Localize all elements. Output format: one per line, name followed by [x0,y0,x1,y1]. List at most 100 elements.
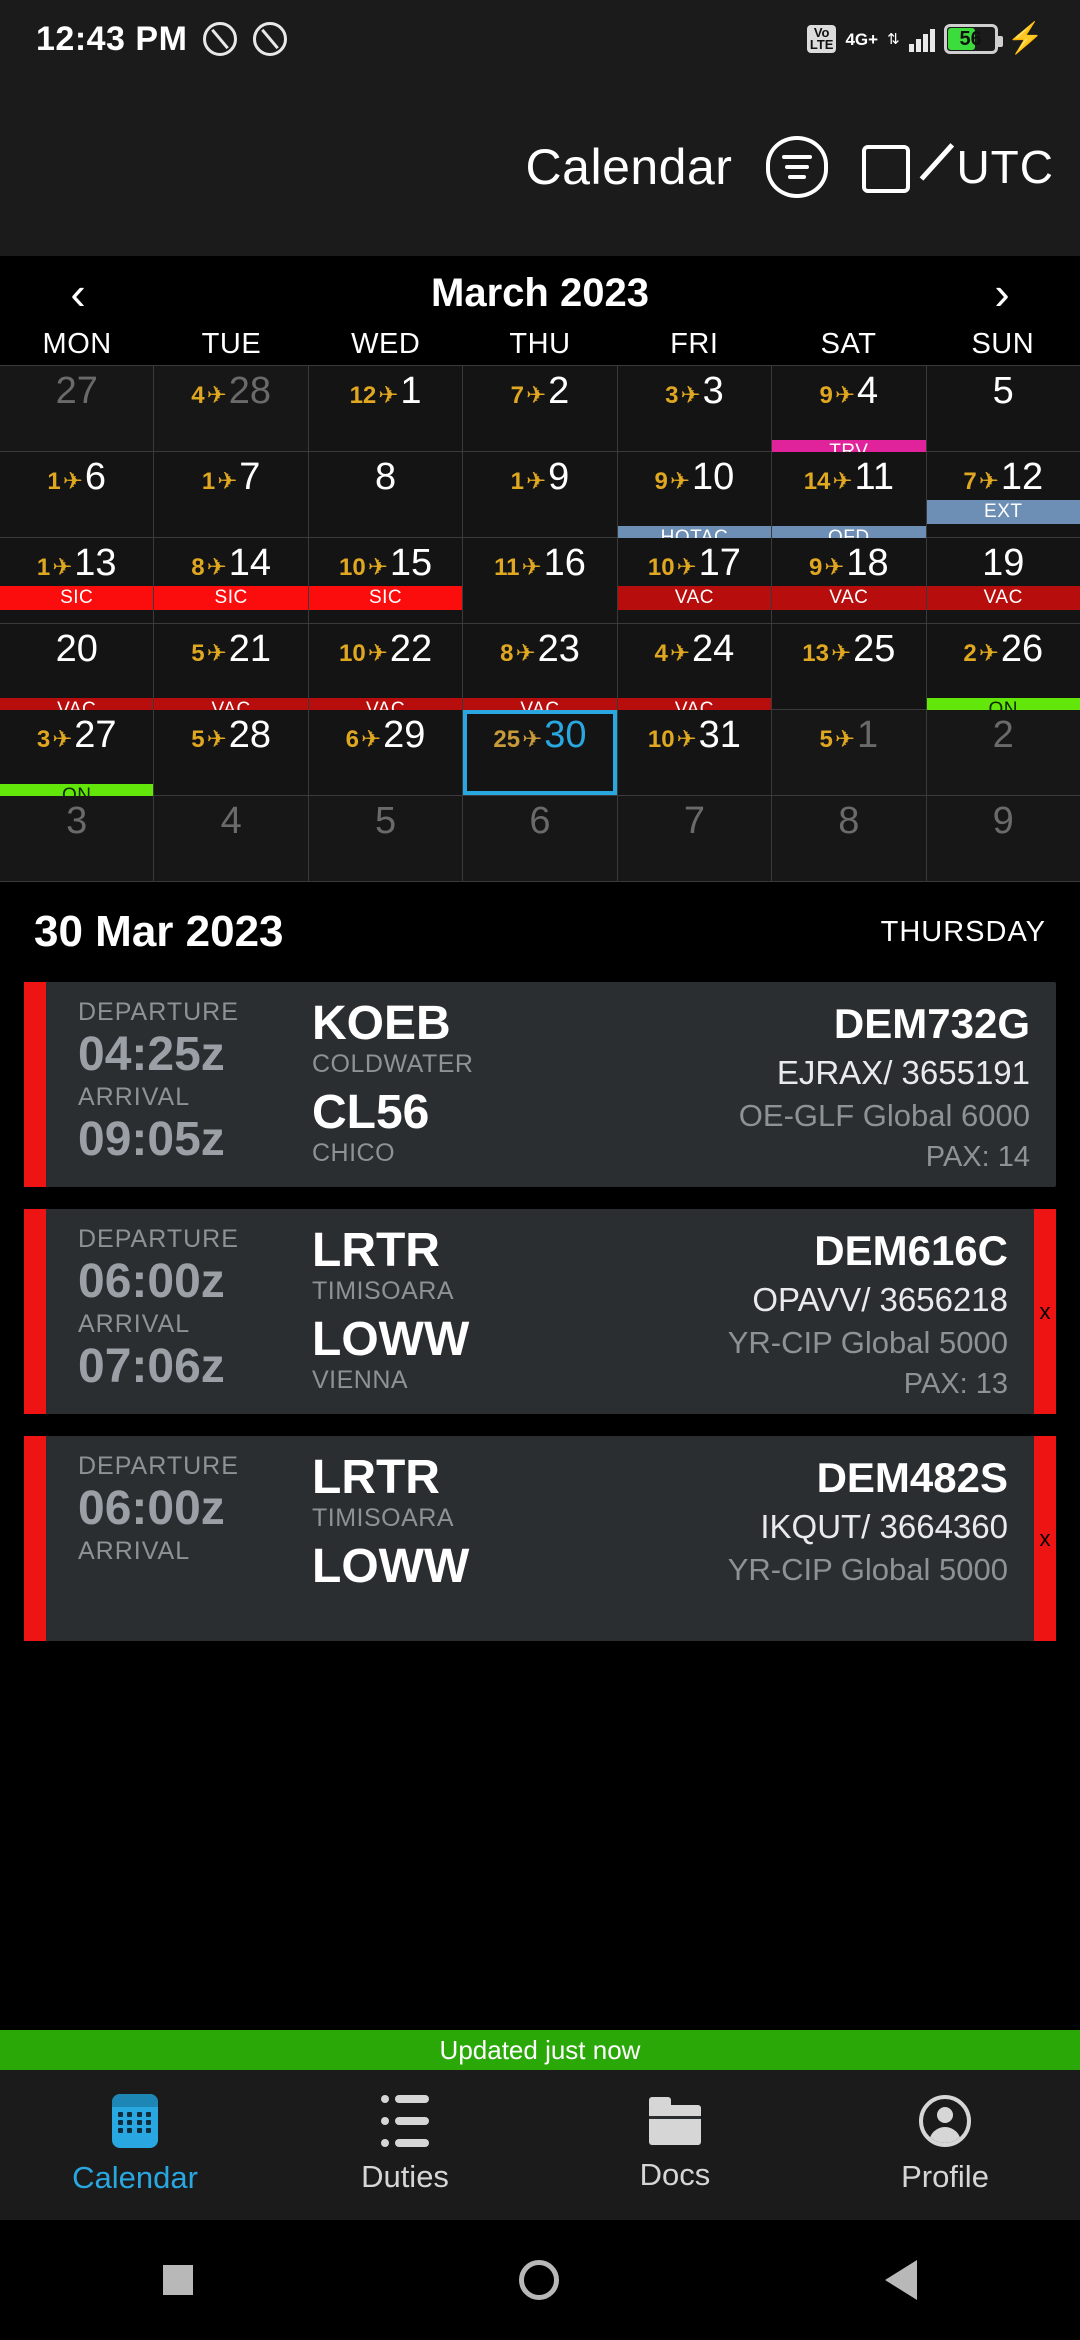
calendar-day-cell[interactable]: 3✈27ON [0,710,155,808]
calendar-day-cell[interactable]: 20VAC [0,624,155,722]
prev-month-button[interactable]: ‹ [48,270,108,316]
nav-item-label: Docs [639,2157,711,2192]
calendar-day-cell[interactable]: 9✈4TRV [772,366,927,464]
calendar-day-cell[interactable]: 7 [617,796,773,882]
day-number: 6 [529,800,551,842]
status-clock: 12:43 PM [36,19,188,58]
system-navigation-bar[interactable] [0,2220,1080,2340]
day-number: 11 [854,456,894,498]
calendar-day-cell[interactable]: 8✈23VAC [463,624,618,722]
calendar-grid[interactable]: 274✈2812✈17✈23✈39✈4TRV51✈61✈781✈99✈10HOT… [0,365,1080,882]
calendar-day-cell[interactable]: 10 ✈ 31 [617,710,773,796]
calendar-day-cell[interactable]: 8 [772,796,927,882]
calendar-day-cell[interactable]: 1 ✈ 9 [463,452,618,538]
square-recents-icon[interactable] [163,2265,193,2295]
filter-list-icon[interactable] [766,136,829,198]
weekday-tue: TUE [201,328,262,360]
flight-count: 10 [339,554,366,581]
calendar-day-cell[interactable]: 5 ✈ 28 [154,710,309,796]
crew-code: IKQUT/ 3664360 [760,1508,1008,1545]
calendar-day-cell[interactable]: 25 ✈ 30 [463,710,618,796]
flight-card[interactable]: DEPARTURE 06:00z ARRIVAL LRTR TIMISOARA LOWW D… [24,1436,1056,1641]
calendar-day-cell[interactable]: 5✈21VAC [154,624,309,722]
weekday-mon: MON [42,328,112,360]
nav-item-duties[interactable]: Duties [270,2070,540,2220]
battery-icon: 56 [943,24,1003,54]
calendar-day-cell[interactable]: 4✈24VAC [617,624,773,722]
weekday-sat: SAT [820,328,877,360]
nav-item-calendar[interactable]: Calendar [0,2070,270,2220]
calendar-day-cell[interactable]: 27 [0,366,155,452]
plane-icon: ✈ [526,468,547,495]
calendar-day-cell[interactable]: 2✈26ON [926,624,1080,722]
calendar-day-cell[interactable]: 9 ✈ 18 VAC [772,538,927,624]
calendar-day-cell[interactable]: 14✈11OFD [772,452,927,550]
compose-edit-icon[interactable] [862,137,955,197]
circle-home-icon[interactable] [519,2260,559,2300]
nav-item-profile[interactable]: Profile [810,2070,1080,2220]
calendar-day-cell[interactable]: 8 ✈ 14 SIC [154,538,309,624]
flight-cancel-bar-right[interactable]: x [1034,1209,1056,1414]
plane-icon: ✈ [62,468,83,495]
calendar-day-cell[interactable]: 2 [926,710,1080,796]
calendar-day-cell[interactable]: 7 ✈ 2 [463,366,618,452]
flight-list[interactable]: DEPARTURE 04:25z ARRIVAL 09:05z KOEB COLDWATE… [0,982,1080,2070]
calendar-day-cell[interactable]: 10 ✈ 17 VAC [617,538,773,624]
calendar-day-cell[interactable]: 9✈10HOTAC [617,452,773,550]
calendar-day-cell[interactable]: 6 ✈ 29 [308,710,464,796]
flight-count: 1 [36,554,51,581]
calendar-day-cell[interactable]: 4 ✈ 28 [154,366,309,452]
calendar-day-cell[interactable]: 8 [308,452,464,538]
plane-icon: ✈ [830,640,852,667]
departure-time: 06:00z [78,1255,225,1308]
month-label[interactable]: March 2023 [431,271,649,316]
flight-cancel-bar-right[interactable]: x [1034,1436,1056,1641]
pax-count: PAX: 14 [925,1141,1030,1173]
calendar-day-cell[interactable]: 10✈22VAC [308,624,464,722]
calendar-day-cell[interactable]: 6 [463,796,618,882]
flight-count: 7 [963,468,977,495]
day-number: 15 [389,542,433,584]
next-month-button[interactable]: › [972,270,1032,316]
day-number: 5 [374,800,397,842]
calendar-day-cell[interactable]: 7 ✈ 12 EXT [926,452,1080,538]
calendar-day-cell[interactable]: 19 VAC [926,538,1080,624]
flight-count: 13 [802,640,829,667]
aircraft-type: YR-CIP Global 5000 [727,1325,1008,1360]
flight-count: 11 [494,554,520,581]
day-cell-header: 7 [618,796,771,842]
flight-count: 25 [493,726,521,753]
flight-times: DEPARTURE 06:00z ARRIVAL 07:06z [46,1225,296,1404]
calendar-day-cell[interactable]: 4 [154,796,309,882]
day-cell-header: 5 [309,796,462,842]
calendar-day-cell[interactable]: 9 [926,796,1080,882]
calendar-day-cell[interactable]: 3 ✈ 3 [617,366,773,452]
calendar-day-cell[interactable]: 1 ✈ 6 [0,452,155,538]
day-number: 25 [853,628,896,670]
flight-card[interactable]: DEPARTURE 04:25z ARRIVAL 09:05z KOEB COLDWATE… [24,982,1056,1187]
calendar-day-cell[interactable]: 1 ✈ 13 SIC [0,538,155,624]
calendar-day-cell[interactable]: 13 ✈ 25 [772,624,927,710]
calendar-day-cell[interactable]: 5 [308,796,464,882]
calendar-day-cell[interactable]: 12 ✈ 1 [308,366,464,452]
calendar-day-cell[interactable]: 1 ✈ 7 [154,452,309,538]
calendar-day-cell[interactable]: 5 [926,366,1080,452]
plane-icon: ✈ [206,554,227,581]
flight-card[interactable]: DEPARTURE 06:00z ARRIVAL 07:06z LRTR TIMISOAR… [24,1209,1056,1414]
bottom-navigation[interactable]: Calendar Duties Docs Profile [0,2070,1080,2220]
calendar-day-cell[interactable]: 3 [0,796,155,882]
timezone-toggle[interactable]: UTC [956,140,1054,194]
day-cell-header: 8 [309,452,462,498]
triangle-back-icon[interactable] [885,2260,917,2300]
network-type-label: 4G+ [845,31,878,48]
day-cell-header: 1 ✈ 9 [463,452,616,498]
nav-item-label: Profile [901,2159,989,2194]
calendar-day-cell[interactable]: 11 ✈ 16 [463,538,618,624]
calendar-day-cell[interactable]: 5 ✈ 1 [772,710,927,796]
calendar-day-cell[interactable]: 10 ✈ 15 SIC [308,538,464,624]
nav-item-docs[interactable]: Docs [540,2070,810,2220]
arrival-label: ARRIVAL [78,1083,191,1111]
plane-icon: ✈ [680,382,701,409]
plane-icon: ✈ [676,554,697,581]
day-cell-header: 11 ✈ 16 [463,538,616,584]
